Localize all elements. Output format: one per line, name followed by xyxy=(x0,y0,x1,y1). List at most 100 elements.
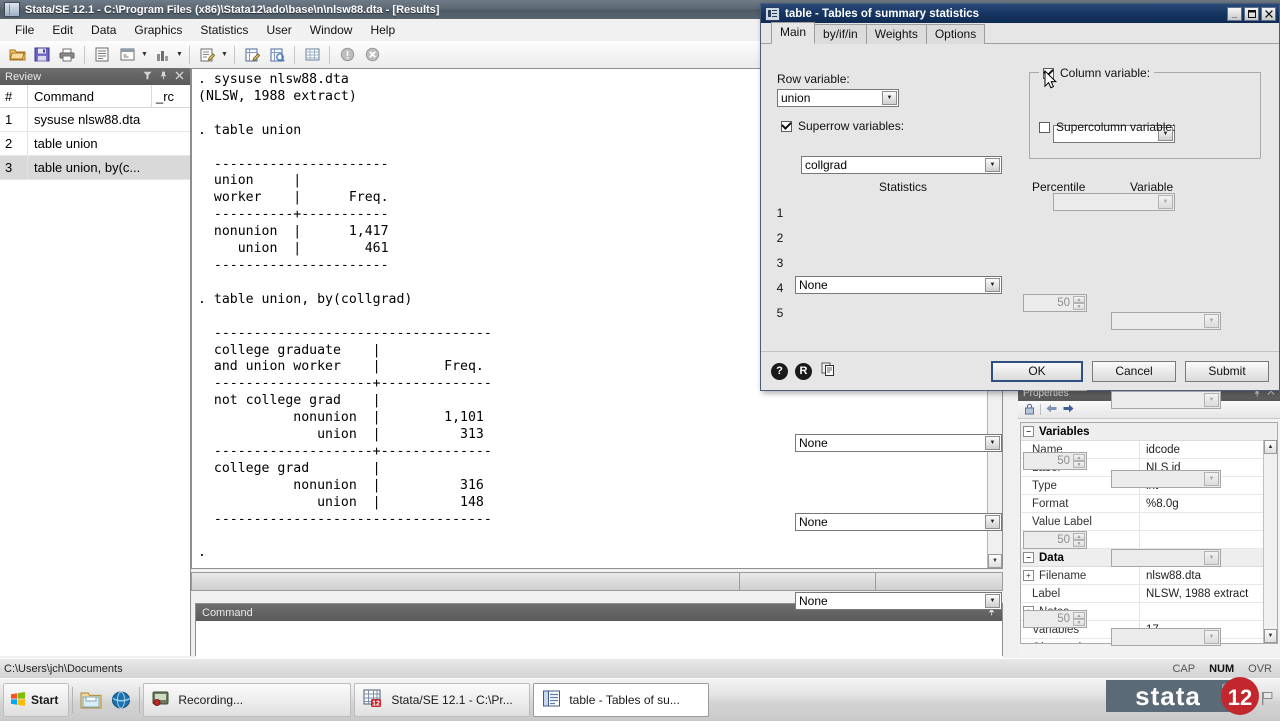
open-folder-icon[interactable] xyxy=(5,43,29,67)
chevron-down-icon[interactable]: ▼ xyxy=(882,91,897,105)
property-value[interactable]: NLSW, 1988 extract xyxy=(1139,585,1277,602)
percentile-spinner-5[interactable]: 50 ▲ ▼ xyxy=(1023,610,1087,628)
menu-edit[interactable]: Edit xyxy=(43,21,82,39)
log-icon[interactable] xyxy=(90,43,114,67)
properties-vertical-scrollbar[interactable]: ▲ ▼ xyxy=(1263,440,1277,643)
menu-graphics[interactable]: Graphics xyxy=(125,21,191,39)
properties-group-variables[interactable]: − Variables xyxy=(1021,423,1277,441)
chevron-down-icon[interactable]: ▼ xyxy=(985,158,1000,172)
submit-button[interactable]: Submit xyxy=(1185,360,1269,382)
spinner-down-icon[interactable]: ▼ xyxy=(1073,619,1085,626)
property-value[interactable] xyxy=(1139,531,1277,548)
spinner-up-icon[interactable]: ▲ xyxy=(1073,533,1085,540)
spinner-down-icon[interactable]: ▼ xyxy=(1073,303,1085,310)
chevron-down-icon[interactable]: ▼ xyxy=(985,515,1000,529)
superrow-variables-combo[interactable]: collgrad ▼ xyxy=(801,156,1002,174)
statistic-combo-1[interactable]: None ▼ xyxy=(795,276,1002,294)
maximize-button[interactable] xyxy=(1244,6,1259,21)
close-icon[interactable] xyxy=(175,71,184,83)
chevron-down-icon[interactable]: ▼ xyxy=(985,594,1000,608)
review-row-3[interactable]: 3 table union, by(c... xyxy=(0,156,190,180)
hscroll-thumb[interactable] xyxy=(192,573,740,590)
review-row-2[interactable]: 2 table union xyxy=(0,132,190,156)
filter-icon[interactable] xyxy=(143,71,152,83)
menu-window[interactable]: Window xyxy=(301,21,362,39)
ok-button[interactable]: OK xyxy=(991,360,1083,382)
statistic-combo-4[interactable]: None ▼ xyxy=(795,513,1002,531)
do-editor-icon[interactable] xyxy=(195,43,219,67)
chevron-down-icon[interactable]: ▼ xyxy=(985,278,1000,292)
taskbar-item-recording[interactable]: Recording... xyxy=(143,683,352,717)
break-icon[interactable] xyxy=(335,43,359,67)
spinner-up-icon[interactable]: ▲ xyxy=(1073,612,1085,619)
data-editor-browse-icon[interactable] xyxy=(265,43,289,67)
spinner-up-icon[interactable]: ▲ xyxy=(1073,296,1085,303)
graph-dropdown-caret[interactable]: ▼ xyxy=(175,44,184,66)
save-icon[interactable] xyxy=(30,43,54,67)
scroll-down-button[interactable]: ▼ xyxy=(1264,629,1277,643)
help-icon[interactable]: ? xyxy=(771,362,788,380)
property-value[interactable]: idcode xyxy=(1139,441,1277,458)
spinner-down-icon[interactable]: ▼ xyxy=(1073,461,1085,468)
property-value[interactable] xyxy=(1139,513,1277,530)
statistic-combo-5[interactable]: None ▼ xyxy=(795,592,1002,610)
reset-icon[interactable]: R xyxy=(795,362,812,380)
spinner-up-icon[interactable]: ▲ xyxy=(1073,454,1085,461)
menu-statistics[interactable]: Statistics xyxy=(191,21,257,39)
property-row-data-label[interactable]: Label NLSW, 1988 extract xyxy=(1021,585,1277,603)
stop-icon[interactable] xyxy=(360,43,384,67)
collapse-expander-icon[interactable]: − xyxy=(1023,552,1034,563)
hscroll-track-segment[interactable] xyxy=(740,573,876,590)
menu-user[interactable]: User xyxy=(257,21,300,39)
superrow-checkbox[interactable] xyxy=(781,120,792,132)
close-button[interactable] xyxy=(1261,6,1276,21)
forward-arrow-icon[interactable] xyxy=(1062,403,1075,417)
start-button[interactable]: Start xyxy=(3,683,70,717)
property-value[interactable]: %8.0g xyxy=(1139,495,1277,512)
property-row-format[interactable]: Format %8.0g xyxy=(1021,495,1277,513)
internet-browser-icon[interactable] xyxy=(106,684,136,716)
variables-manager-icon[interactable] xyxy=(300,43,324,67)
supercolumn-checkbox[interactable] xyxy=(1039,121,1050,133)
percentile-spinner-1[interactable]: 50 ▲ ▼ xyxy=(1023,294,1087,312)
file-explorer-icon[interactable] xyxy=(76,684,106,716)
property-row-filename[interactable]: + Filename nlsw88.dta xyxy=(1021,567,1277,585)
scroll-up-button[interactable]: ▲ xyxy=(1264,440,1277,454)
pin-icon[interactable] xyxy=(159,71,168,83)
taskbar-item-stata[interactable]: 12 Stata/SE 12.1 - C:\Pr... xyxy=(354,683,531,717)
row-variable-combo[interactable]: union ▼ xyxy=(777,89,899,107)
do-editor-dropdown-caret[interactable]: ▼ xyxy=(220,44,229,66)
property-value[interactable]: nlsw88.dta xyxy=(1139,567,1277,584)
percentile-spinner-3[interactable]: 50 ▲ ▼ xyxy=(1023,452,1087,470)
print-icon[interactable] xyxy=(55,43,79,67)
command-input[interactable] xyxy=(196,621,1002,661)
property-value[interactable] xyxy=(1139,603,1277,620)
expand-expander-icon[interactable]: + xyxy=(1023,570,1034,581)
chevron-down-icon[interactable]: ▼ xyxy=(985,436,1000,450)
tab-options[interactable]: Options xyxy=(925,24,986,44)
hscroll-track-end[interactable] xyxy=(876,573,1002,590)
viewer-dropdown-caret[interactable]: ▼ xyxy=(140,44,149,66)
menu-file[interactable]: File xyxy=(6,21,43,39)
cancel-button[interactable]: Cancel xyxy=(1092,360,1176,382)
statistic-combo-3[interactable]: None ▼ xyxy=(795,434,1002,452)
graph-icon[interactable] xyxy=(150,43,174,67)
property-row-value-label[interactable]: Value Label xyxy=(1021,513,1277,531)
taskbar-item-table-dialog[interactable]: table - Tables of su... xyxy=(533,683,710,717)
menu-data[interactable]: Data xyxy=(82,21,125,39)
minimize-button[interactable]: _ xyxy=(1227,6,1242,21)
spinner-down-icon[interactable]: ▼ xyxy=(1073,540,1085,547)
back-arrow-icon[interactable] xyxy=(1045,403,1058,417)
collapse-expander-icon[interactable]: − xyxy=(1023,426,1034,437)
superrow-checkbox-group[interactable]: Superrow variables: xyxy=(781,119,904,133)
lock-icon[interactable] xyxy=(1023,402,1036,418)
results-horizontal-scrollbar[interactable] xyxy=(191,572,1003,591)
tab-by-if-in[interactable]: by/if/in xyxy=(814,24,867,44)
tab-main[interactable]: Main xyxy=(771,22,816,44)
menu-help[interactable]: Help xyxy=(361,21,404,39)
viewer-icon[interactable] xyxy=(115,43,139,67)
data-editor-edit-icon[interactable] xyxy=(240,43,264,67)
tab-weights[interactable]: Weights xyxy=(865,24,927,44)
supercolumn-checkbox-group[interactable]: Supercolumn variable: xyxy=(1039,120,1175,134)
scroll-down-button[interactable]: ▼ xyxy=(988,554,1002,568)
